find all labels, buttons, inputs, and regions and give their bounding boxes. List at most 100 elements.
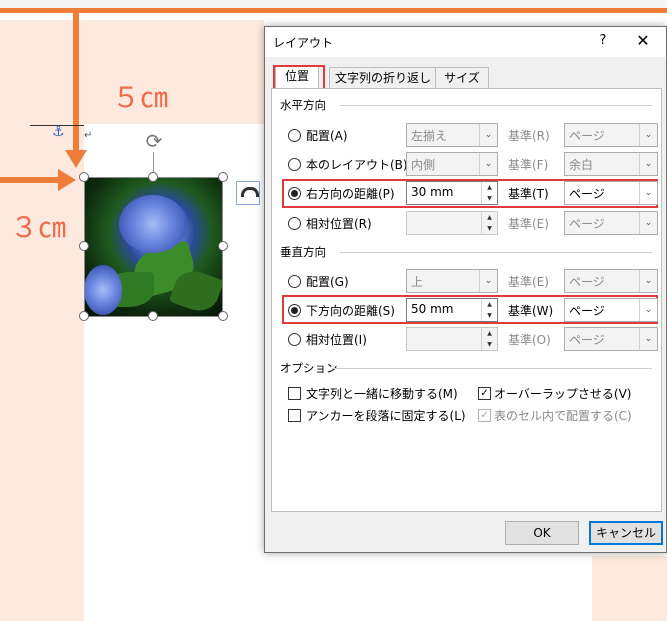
input-value: 30 mm [411,185,454,199]
label-lock-anchor: アンカーを段落に固定する(L) [306,409,466,423]
paragraph-mark-icon: ↵ [84,130,93,141]
radio-v-distance[interactable] [288,304,301,317]
spin-up-icon[interactable]: ▲ [482,328,497,339]
resize-handle[interactable] [218,241,228,251]
help-button[interactable]: ? [593,31,613,51]
label-base-t: 基準(T) [508,187,549,201]
resize-handle[interactable] [79,241,89,251]
section-divider [340,105,652,106]
page-margin-top [84,20,264,124]
input-v-distance[interactable]: 50 mm ▲ ▼ [406,298,498,322]
label-v-distance: 下方向の距離(S) [306,304,395,318]
ok-button[interactable]: OK [505,521,579,545]
layout-dialog: レイアウト ? ✕ 位置 文字列の折り返し サイズ 水平方向 配置(A) 左揃え… [264,26,667,553]
radio-h-relative[interactable] [288,217,301,230]
resize-handle[interactable] [218,172,228,182]
select-value: ページ [569,217,605,231]
select-value: 内側 [411,158,436,172]
chevron-down-icon: ⌄ [639,124,657,146]
spin-down-icon[interactable]: ▼ [482,223,497,234]
spin-up-icon[interactable]: ▲ [482,182,497,193]
label-base-f: 基準(F) [508,158,549,172]
resize-handle[interactable] [79,311,89,321]
tab-text-wrapping[interactable]: 文字列の折り返し [329,67,437,88]
tab-size[interactable]: サイズ [435,67,489,88]
radio-v-align[interactable] [288,275,301,288]
radio-h-align[interactable] [288,129,301,142]
vertical-arrow-head [65,150,87,168]
spin-down-icon[interactable]: ▼ [482,339,497,350]
resize-handle[interactable] [79,172,89,182]
section-divider [340,252,652,253]
resize-handle[interactable] [148,172,158,182]
input-value: 50 mm [411,302,454,316]
section-divider [332,368,652,369]
label-v-align: 配置(G) [306,275,349,289]
input-h-distance[interactable]: 30 mm ▲ ▼ [406,181,498,205]
select-v-align[interactable]: 上 ⌄ [406,269,498,293]
spin-down-icon[interactable]: ▼ [482,193,497,204]
select-book-layout[interactable]: 内側 ⌄ [406,152,498,176]
input-h-relative[interactable]: ▲ ▼ [406,211,498,235]
label-book-layout: 本のレイアウト(B) [306,158,408,172]
label-allow-overlap: オーバーラップさせる(V) [494,387,632,401]
spin-down-icon[interactable]: ▼ [482,310,497,321]
page-margin-right [592,556,667,621]
horizontal-arrow [0,177,60,183]
section-options-heading: オプション [280,361,338,375]
select-base-t[interactable]: ページ ⌄ [564,181,658,205]
label-base-e2: 基準(E) [508,275,549,289]
select-value: ページ [569,304,605,318]
section-vertical-heading: 垂直方向 [280,245,326,259]
label-base-o: 基準(O) [508,333,551,347]
chevron-down-icon: ⌄ [639,299,657,321]
select-base-r[interactable]: ページ ⌄ [564,123,658,147]
checkbox-layout-in-cell[interactable]: ✓ [478,409,491,422]
chevron-down-icon: ⌄ [639,270,657,292]
select-base-f[interactable]: 余白 ⌄ [564,152,658,176]
select-value: ページ [569,187,605,201]
chevron-down-icon: ⌄ [479,153,497,175]
layout-options-icon[interactable] [236,181,260,205]
chevron-down-icon: ⌄ [639,182,657,204]
chevron-down-icon: ⌄ [639,212,657,234]
label-base-r: 基準(R) [508,129,550,143]
chevron-down-icon: ⌄ [479,270,497,292]
radio-book-layout[interactable] [288,158,301,171]
radio-v-relative[interactable] [288,333,301,346]
chevron-down-icon: ⌄ [479,124,497,146]
select-base-e[interactable]: ページ ⌄ [564,211,658,235]
resize-handle[interactable] [148,311,158,321]
label-base-w: 基準(W) [508,304,554,318]
select-base-o[interactable]: ページ ⌄ [564,327,658,351]
anchor-icon[interactable]: ⚓ [52,124,65,140]
select-h-align[interactable]: 左揃え ⌄ [406,123,498,147]
picture-selection-border [84,177,223,317]
window-top-strip [0,0,667,8]
spinner[interactable]: ▲ ▼ [481,299,497,321]
checkbox-move-with-text[interactable] [288,387,301,400]
select-value: 余白 [569,158,594,172]
label-v-relative: 相対位置(I) [306,333,367,347]
spinner[interactable]: ▲ ▼ [481,182,497,204]
close-icon[interactable]: ✕ [631,30,655,52]
select-value: 左揃え [411,129,448,143]
chevron-down-icon: ⌄ [639,153,657,175]
rotate-handle-icon[interactable]: ⟳ [143,130,165,152]
page-top-edge-marker [0,8,667,13]
position-panel: 水平方向 配置(A) 左揃え ⌄ 基準(R) ページ ⌄ 本のレイアウト(B) 内側… [271,88,662,512]
dialog-titlebar: レイアウト ? ✕ [265,27,666,57]
checkbox-allow-overlap[interactable]: ✓ [478,387,491,400]
resize-handle[interactable] [218,311,228,321]
horizontal-arrow-head [58,169,76,191]
select-base-e2[interactable]: ページ ⌄ [564,269,658,293]
input-v-relative[interactable]: ▲ ▼ [406,327,498,351]
radio-h-distance[interactable] [288,187,301,200]
spin-up-icon[interactable]: ▲ [482,299,497,310]
cancel-button[interactable]: キャンセル [589,521,663,545]
spin-up-icon[interactable]: ▲ [482,212,497,223]
spinner[interactable]: ▲ ▼ [481,328,497,350]
spinner[interactable]: ▲ ▼ [481,212,497,234]
checkbox-lock-anchor[interactable] [288,409,301,422]
select-base-w[interactable]: ページ ⌄ [564,298,658,322]
